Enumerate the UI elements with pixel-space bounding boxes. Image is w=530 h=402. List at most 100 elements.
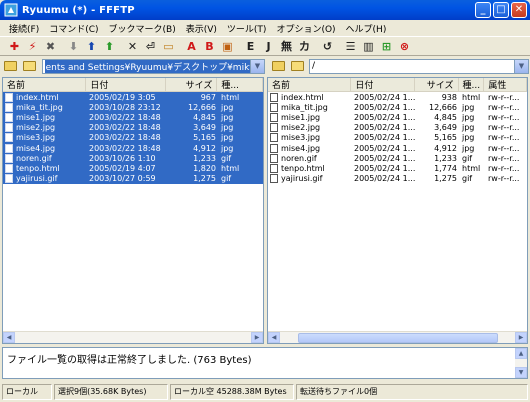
file-type: jpg [221,112,234,122]
menu-item-5[interactable]: オプション(O) [271,22,340,35]
scroll-thumb[interactable] [297,332,498,343]
file-size: 5,165 [434,133,457,143]
chevron-down-icon[interactable]: ▼ [514,59,528,73]
local-file-row[interactable]: mise4.jpg 2003/02/22 18:48 4,912 jpg [3,142,263,154]
scroll-left-icon[interactable]: ◀ [268,332,280,343]
local-column-header[interactable]: 種... [217,78,263,91]
remote-open-folder-button[interactable] [289,59,305,73]
local-horizontal-scrollbar[interactable]: ◀ ▶ [3,331,263,343]
remote-file-row[interactable]: mise3.jpg 2005/02/24 1... 5,165 jpg rw-r--r.… [268,133,527,143]
list-view-icon[interactable]: ☰ [342,38,359,55]
remote-path-combobox[interactable]: / ▼ [309,58,529,74]
file-date: 2003/02/22 18:48 [89,143,161,153]
jis-icon[interactable]: J [260,38,277,55]
remote-file-row[interactable]: index.html 2005/02/24 1... 938 html rw-r--r.… [268,92,527,102]
file-size: 938 [441,92,457,102]
file-attr: rw-r--r... [488,102,520,112]
remote-file-row[interactable]: mise1.jpg 2005/02/24 1... 4,845 jpg rw-r--r.… [268,112,527,122]
remote-column-header[interactable]: 名前 [268,78,352,91]
menu-item-6[interactable]: ヘルプ(H) [341,22,392,35]
remote-file-row[interactable]: mise2.jpg 2005/02/24 1... 3,649 jpg rw-r--r.… [268,123,527,133]
file-name: yajirusi.gif [281,174,323,184]
remote-column-header[interactable]: 日付 [351,78,415,91]
menu-item-3[interactable]: 表示(V) [181,22,222,35]
tree-icon[interactable]: ⊞ [378,38,395,55]
chevron-down-icon[interactable]: ▼ [250,59,264,73]
local-path-combobox[interactable]: ents and Settings¥Ryuumu¥デスクトップ¥mikway ▼ [41,58,265,74]
detail-view-icon[interactable]: ▥ [360,38,377,55]
stop-icon[interactable]: ⊗ [396,38,413,55]
refresh-icon[interactable]: ↺ [319,38,336,55]
remote-file-row[interactable]: tenpo.html 2005/02/24 1... 1,774 html rw-r--… [268,163,527,173]
scroll-right-icon[interactable]: ▶ [515,332,527,343]
file-size: 4,845 [434,112,457,122]
upload-icon[interactable]: ⬆ [83,38,100,55]
local-file-row[interactable]: index.html 2005/02/19 3:05 967 html [3,92,263,103]
local-file-row[interactable]: mise1.jpg 2003/02/22 18:48 4,845 jpg [3,112,263,123]
menu-item-0[interactable]: 接続(F) [4,22,44,35]
file-icon [270,123,278,133]
scroll-down-icon[interactable]: ▼ [515,367,527,378]
file-type: jpg [462,143,475,153]
file-type: html [221,92,240,102]
local-column-header[interactable]: 名前 [3,78,87,91]
kana-icon[interactable]: カ [296,38,313,55]
local-file-row[interactable]: mise3.jpg 2003/02/22 18:48 5,165 jpg [3,132,263,143]
local-open-folder-button[interactable] [22,59,38,73]
scroll-right-icon[interactable]: ▶ [251,332,263,343]
menu-item-2[interactable]: ブックマーク(B) [104,22,181,35]
local-file-row[interactable]: mika_tit.jpg 2003/10/28 23:12 12,666 jpg [3,102,263,113]
file-icon [270,133,278,143]
file-name: tenpo.html [16,163,60,173]
remote-file-row[interactable]: yajirusi.gif 2005/02/24 1... 1,275 gif rw-r-… [268,174,527,184]
remote-column-header[interactable]: 属性 [484,78,527,91]
menu-item-1[interactable]: コマンド(C) [44,22,103,35]
local-file-row[interactable]: noren.gif 2003/10/26 1:10 1,233 gif [3,153,263,164]
local-column-header[interactable]: 日付 [86,78,166,91]
status-selected: 選択9個(35.68K Bytes) [54,383,168,400]
no-convert-icon[interactable]: 無 [278,38,295,55]
file-date: 2005/02/24 1... [354,153,416,163]
local-file-row[interactable]: yajirusi.gif 2003/10/27 0:59 1,275 gif [3,173,263,184]
file-size: 5,165 [193,133,216,143]
remote-column-header[interactable]: 種... [459,78,485,91]
menu-item-4[interactable]: ツール(T) [222,22,272,35]
remote-parent-folder-button[interactable] [270,59,286,73]
remote-file-row[interactable]: mika_tit.jpg 2005/02/24 1... 12,666 jpg rw-r… [268,102,527,112]
euc-icon[interactable]: E [242,38,259,55]
local-file-list[interactable]: 名前 日付 サイズ 種... index.html 2005/02/19 3:05 967… [2,77,264,344]
log-vertical-scrollbar[interactable]: ▲ ▼ [515,348,527,378]
connect-icon[interactable]: ✚ [6,38,23,55]
remote-file-row[interactable]: noren.gif 2005/02/24 1... 1,233 gif rw-r--r.… [268,153,527,163]
local-column-header[interactable]: サイズ [166,78,218,91]
maximize-button[interactable]: □ [493,2,509,18]
file-type: gif [462,153,473,163]
binary-mode-icon[interactable]: B [201,38,218,55]
minimize-button[interactable]: _ [475,2,491,18]
remote-horizontal-scrollbar[interactable]: ◀ ▶ [268,331,527,343]
disconnect-icon[interactable]: ✖ [42,38,59,55]
quick-connect-icon[interactable]: ⚡ [24,38,41,55]
local-parent-folder-button[interactable] [3,59,19,73]
download-icon[interactable]: ⬇ [65,38,82,55]
ffftp-app-icon [4,3,18,17]
delete-icon[interactable]: ✕ [124,38,141,55]
ascii-mode-icon[interactable]: A [183,38,200,55]
rename-icon[interactable]: ⏎ [142,38,159,55]
close-button[interactable]: ✕ [511,2,527,18]
mkdir-icon[interactable]: ▭ [160,38,177,55]
remote-file-row[interactable]: mise4.jpg 2005/02/24 1... 4,912 jpg rw-r--r.… [268,143,527,153]
remote-file-list[interactable]: 名前 日付 サイズ 種... 属性 index.html 2005/02/24 1... 9… [267,77,528,344]
menu-bar: 接続(F) コマンド(C) ブックマーク(B) 表示(V) ツール(T) オプション(O)… [0,20,530,36]
local-file-row[interactable]: tenpo.html 2005/02/19 4:07 1,820 html [3,163,263,174]
file-type: gif [221,153,232,163]
remote-column-header[interactable]: サイズ [415,78,459,91]
auto-mode-icon[interactable]: ▣ [219,38,236,55]
file-type: jpg [221,123,234,133]
local-file-row[interactable]: mise2.jpg 2003/02/22 18:48 3,649 jpg [3,122,263,133]
file-size: 1,820 [193,163,216,173]
toolbar: ✚ ⚡ ✖ ⬇ ⬆ ⬆ ✕ ⏎ ▭ A B ▣ E J 無カ ↺ ☰ ▥ ⊞ ⊗ [0,36,530,56]
scroll-left-icon[interactable]: ◀ [3,332,15,343]
scroll-up-icon[interactable]: ▲ [515,348,527,359]
mirror-upload-icon[interactable]: ⬆ [101,38,118,55]
